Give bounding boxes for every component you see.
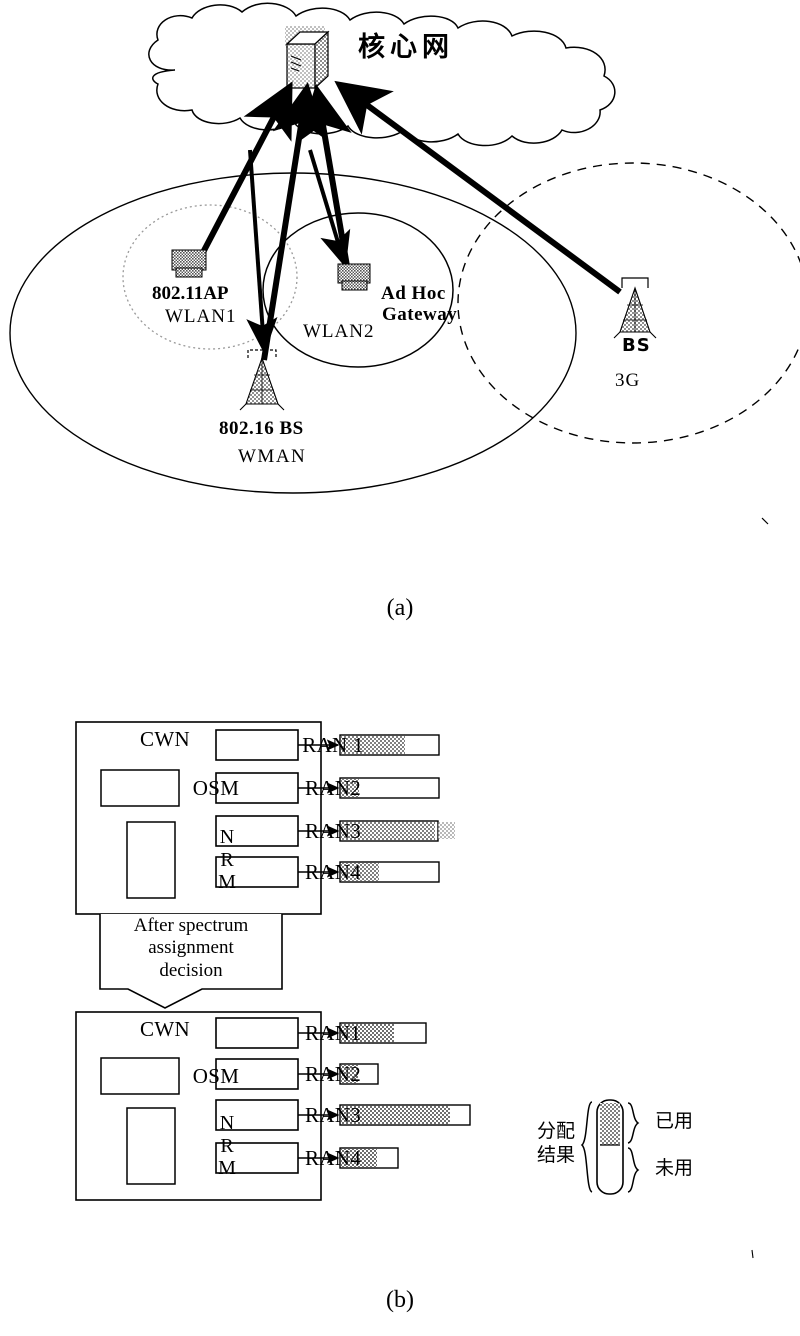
bs-label: BS xyxy=(622,335,651,356)
ran-box-before-3: RAN3 xyxy=(304,818,362,843)
legend-used-label: 已用 xyxy=(654,1110,693,1132)
stray-mark xyxy=(761,517,769,525)
osm-box-before: OSM xyxy=(192,775,240,800)
osm-box-after: OSM xyxy=(192,1063,240,1088)
ap-label: 802.11AP xyxy=(152,283,229,304)
ran-box-before-2: RAN2 xyxy=(304,775,362,800)
figure-b-svg xyxy=(75,721,754,1259)
region-3g xyxy=(457,162,800,444)
bs16-label: 802.16 BS xyxy=(219,418,304,439)
ran-box-before-4: RAN4 xyxy=(304,859,362,884)
figure-a-svg xyxy=(9,2,800,525)
cwn-title-before: CWN xyxy=(140,726,190,751)
link-bs16-to-core xyxy=(261,82,327,361)
server-icon xyxy=(285,26,330,90)
adhoc-label: Ad Hoc xyxy=(381,283,446,304)
nrm-letter-m: M xyxy=(218,871,236,894)
caption-a: (a) xyxy=(386,595,414,621)
base-station-tower-icon-1 xyxy=(239,349,285,411)
legend-bar xyxy=(596,1099,624,1195)
legend-result-line-2: 结果 xyxy=(536,1143,575,1166)
transition-line-1: After spectrum xyxy=(133,915,249,936)
nrm-letter-r: R xyxy=(220,848,234,871)
legend-result-line-1: 分配 xyxy=(536,1120,575,1142)
ran-box-after-1: RAN1 xyxy=(304,1020,362,1045)
nrm-box-after: N R M xyxy=(203,1108,251,1184)
wlan1-label: WLAN1 xyxy=(165,306,237,327)
legend-brace-used xyxy=(627,1102,640,1144)
transition-line-2: assignment xyxy=(148,937,234,959)
nrm-letter-n: N xyxy=(219,1112,235,1135)
ran-box-after-3: RAN3 xyxy=(304,1102,362,1127)
legend-brace-unused xyxy=(627,1147,640,1193)
nrm-letter-m: M xyxy=(218,1157,236,1180)
wireless-ap-icon-1 xyxy=(171,249,207,278)
region-wman xyxy=(9,172,577,494)
core-network-cloud xyxy=(148,2,616,147)
link-core-to-bs16 xyxy=(246,149,278,354)
nrm-box-before: N R M xyxy=(203,822,251,898)
cwn-title-after: CWN xyxy=(140,1016,190,1041)
base-station-tower-icon-2 xyxy=(613,277,657,339)
stray-mark-b xyxy=(751,1249,754,1259)
3g-label: 3G xyxy=(615,370,641,391)
nrm-letter-n: N xyxy=(219,826,235,849)
ran-box-after-4: RAN4 xyxy=(304,1145,362,1170)
ran-box-before-1: RAN 1 xyxy=(302,732,364,757)
legend-result-label: 分配 结果 xyxy=(528,1120,584,1168)
transition-line-3: decision xyxy=(159,959,223,981)
legend-unused-label: 未用 xyxy=(654,1157,693,1179)
wman-label: WMAN xyxy=(238,446,307,467)
wlan2-label: WLAN2 xyxy=(303,321,375,342)
core-network-label: 核心网 xyxy=(358,32,454,63)
caption-b: (b) xyxy=(386,1287,414,1313)
gateway-label: Gateway xyxy=(382,304,458,325)
ran-box-after-2: RAN2 xyxy=(304,1061,362,1086)
nrm-letter-r: R xyxy=(220,1134,234,1157)
transition-label: After spectrum assignment decision xyxy=(101,915,281,982)
figure-container: 核心网 802.11AP WLAN1 Ad Hoc Gateway WLAN2 … xyxy=(0,0,800,1336)
wireless-ap-icon-2 xyxy=(337,263,371,291)
